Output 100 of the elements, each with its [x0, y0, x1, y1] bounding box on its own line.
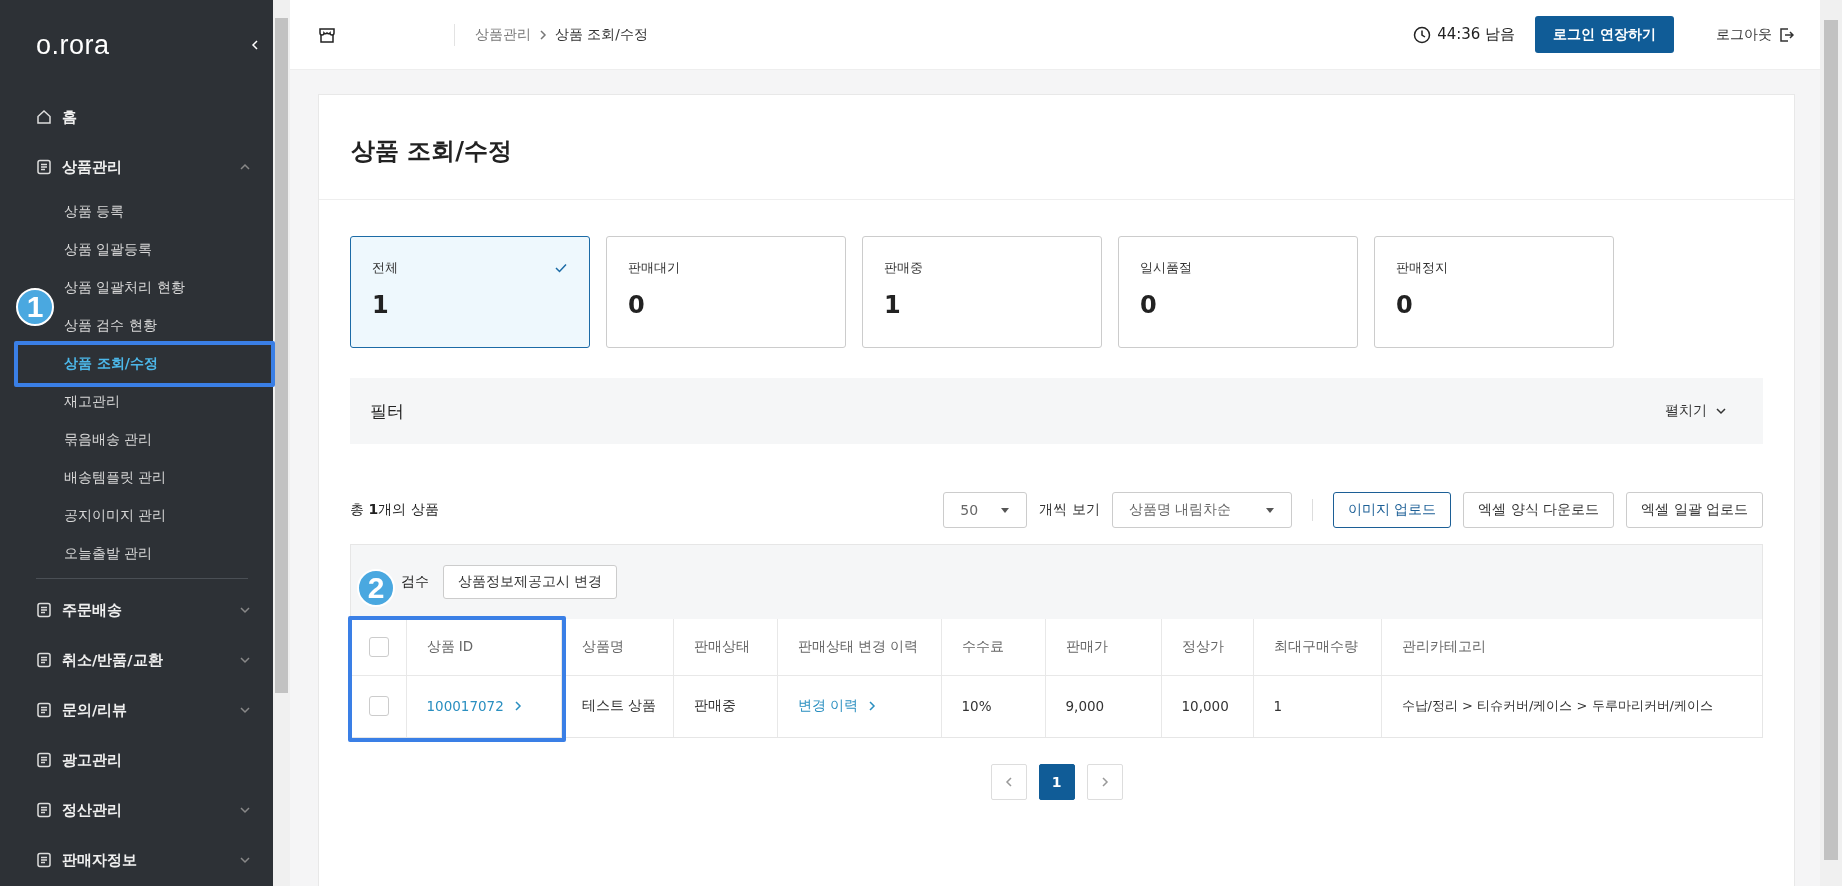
- toolbar-button[interactable]: 이미지 업로드: [1332, 492, 1452, 528]
- table-cell: 10%: [941, 675, 1045, 737]
- nav-item[interactable]: 판매자정보: [0, 835, 273, 885]
- status-card[interactable]: 전체 1: [350, 236, 590, 348]
- submenu-item[interactable]: 상품 조회/수정: [64, 344, 273, 382]
- scrollbar[interactable]: [1820, 0, 1842, 886]
- nav-label: 판매자정보: [62, 850, 138, 870]
- product-count: 총 1개의 상품: [350, 501, 439, 519]
- breadcrumb-item[interactable]: 상품관리: [475, 25, 531, 44]
- status-label: 판매대기: [628, 259, 680, 277]
- status-card[interactable]: 판매중 1: [862, 236, 1102, 348]
- action-button[interactable]: 상품정보제공고시 변경: [443, 565, 618, 599]
- column-header: 판매상태 변경 이력: [777, 619, 941, 675]
- nav-item[interactable]: 홈: [0, 92, 273, 142]
- sort-select[interactable]: 상품명 내림차순: [1111, 492, 1292, 528]
- table-link[interactable]: 변경 이력: [797, 697, 878, 716]
- filter-title: 필터: [370, 399, 404, 423]
- checkbox[interactable]: [369, 636, 389, 657]
- document-icon: [36, 852, 52, 868]
- submenu-item[interactable]: 재고관리: [64, 382, 273, 420]
- chevron-left-icon: [249, 39, 261, 51]
- store-icon: [318, 25, 336, 44]
- status-card[interactable]: 판매대기 0: [606, 236, 846, 348]
- status-count: 0: [1140, 291, 1158, 319]
- column-header: 상품명: [561, 619, 673, 675]
- status-label: 판매중: [884, 259, 923, 277]
- status-count: 1: [884, 291, 902, 319]
- document-icon: [36, 602, 52, 618]
- submenu-item[interactable]: 묶음배송 관리: [64, 420, 273, 458]
- table-link[interactable]: 100017072: [426, 698, 524, 715]
- nav-item[interactable]: 주문배송: [0, 585, 273, 635]
- column-header: 상품 ID: [406, 619, 561, 675]
- column-header: 정상가: [1161, 619, 1253, 675]
- status-card[interactable]: 일시품절 0: [1118, 236, 1358, 348]
- nav-label: 광고관리: [62, 750, 123, 770]
- document-icon: [36, 702, 52, 718]
- status-label: 전체: [372, 259, 398, 277]
- clock-icon: [1413, 25, 1432, 44]
- extend-login-button[interactable]: 로그인 연장하기: [1535, 16, 1674, 53]
- table-cell: 테스트 상품: [561, 675, 673, 737]
- nav-item[interactable]: 정산관리: [0, 785, 273, 835]
- submenu-item[interactable]: 오늘출발 관리: [64, 534, 273, 572]
- nav-label: 문의/리뷰: [62, 700, 129, 720]
- logo: o.rora: [36, 29, 110, 61]
- checkbox[interactable]: [369, 696, 389, 717]
- nav-item[interactable]: 문의/리뷰: [0, 685, 273, 735]
- page-title: 상품 조회/수정: [319, 95, 1794, 200]
- column-header: 수수료: [941, 619, 1045, 675]
- status-label: 일시품절: [1140, 259, 1192, 277]
- scrollbar[interactable]: [273, 0, 290, 886]
- submenu-item[interactable]: 배송템플릿 관리: [64, 458, 273, 496]
- chevron-down-icon: [1715, 405, 1727, 417]
- action-label: 검수: [401, 573, 429, 591]
- check-icon: [554, 261, 568, 275]
- table-cell: 수납/정리 > 티슈커버/케이스 > 두루마리커버/케이스: [1381, 675, 1762, 737]
- logout-button[interactable]: 로그아웃: [1710, 24, 1800, 45]
- document-icon: [36, 652, 52, 668]
- submenu-item[interactable]: 공지이미지 관리: [64, 496, 273, 534]
- page-size-label: 개씩 보기: [1039, 501, 1100, 519]
- session-timer: 44:36 남음: [1437, 25, 1516, 44]
- table-cell: 1: [1253, 675, 1381, 737]
- previous-page-button[interactable]: [990, 764, 1027, 800]
- submenu-item[interactable]: 상품 일괄처리 현황: [64, 268, 273, 306]
- nav-label: 정산관리: [62, 800, 123, 820]
- nav-label: 주문배송: [62, 600, 123, 620]
- column-header: 판매가: [1045, 619, 1161, 675]
- nav-label: 홈: [62, 107, 78, 127]
- table-cell: 판매중: [673, 675, 777, 737]
- status-count: 0: [1396, 291, 1414, 319]
- dropdown-icon: [1264, 505, 1275, 515]
- nav-item[interactable]: 광고관리: [0, 735, 273, 785]
- toolbar-button[interactable]: 엑셀 양식 다운로드: [1463, 492, 1615, 528]
- nav-label: 상품관리: [62, 157, 123, 177]
- column-header: 판매상태: [673, 619, 777, 675]
- expand-filter-button[interactable]: 펼치기: [1659, 401, 1733, 421]
- nav-item[interactable]: 상품관리: [0, 142, 273, 192]
- logout-icon: [1778, 26, 1794, 43]
- column-header: 관리카테고리: [1381, 619, 1762, 675]
- next-page-button[interactable]: [1086, 764, 1123, 800]
- table-cell: 9,000: [1045, 675, 1161, 737]
- submenu-item[interactable]: 상품 검수 현황: [64, 306, 273, 344]
- status-count: 1: [372, 291, 390, 319]
- home-icon: [36, 109, 52, 125]
- nav-label: 취소/반품/교환: [62, 650, 164, 670]
- toolbar-button[interactable]: 엑셀 일괄 업로드: [1626, 492, 1763, 528]
- document-icon: [36, 802, 52, 818]
- submenu-item[interactable]: 상품 등록: [64, 192, 273, 230]
- document-icon: [36, 159, 52, 175]
- page-button[interactable]: 1: [1038, 764, 1075, 800]
- document-icon: [36, 752, 52, 768]
- chevron-right-icon: [537, 28, 549, 41]
- nav-item[interactable]: 취소/반품/교환: [0, 635, 273, 685]
- page-size-select[interactable]: 50: [943, 492, 1028, 528]
- column-header: 최대구매수량: [1253, 619, 1381, 675]
- breadcrumb-item[interactable]: 상품 조회/수정: [555, 25, 648, 44]
- status-card[interactable]: 판매정지 0: [1374, 236, 1614, 348]
- dropdown-icon: [1000, 505, 1011, 515]
- submenu-item[interactable]: 상품 일괄등록: [64, 230, 273, 268]
- table-cell: 10,000: [1161, 675, 1253, 737]
- status-count: 0: [628, 291, 646, 319]
